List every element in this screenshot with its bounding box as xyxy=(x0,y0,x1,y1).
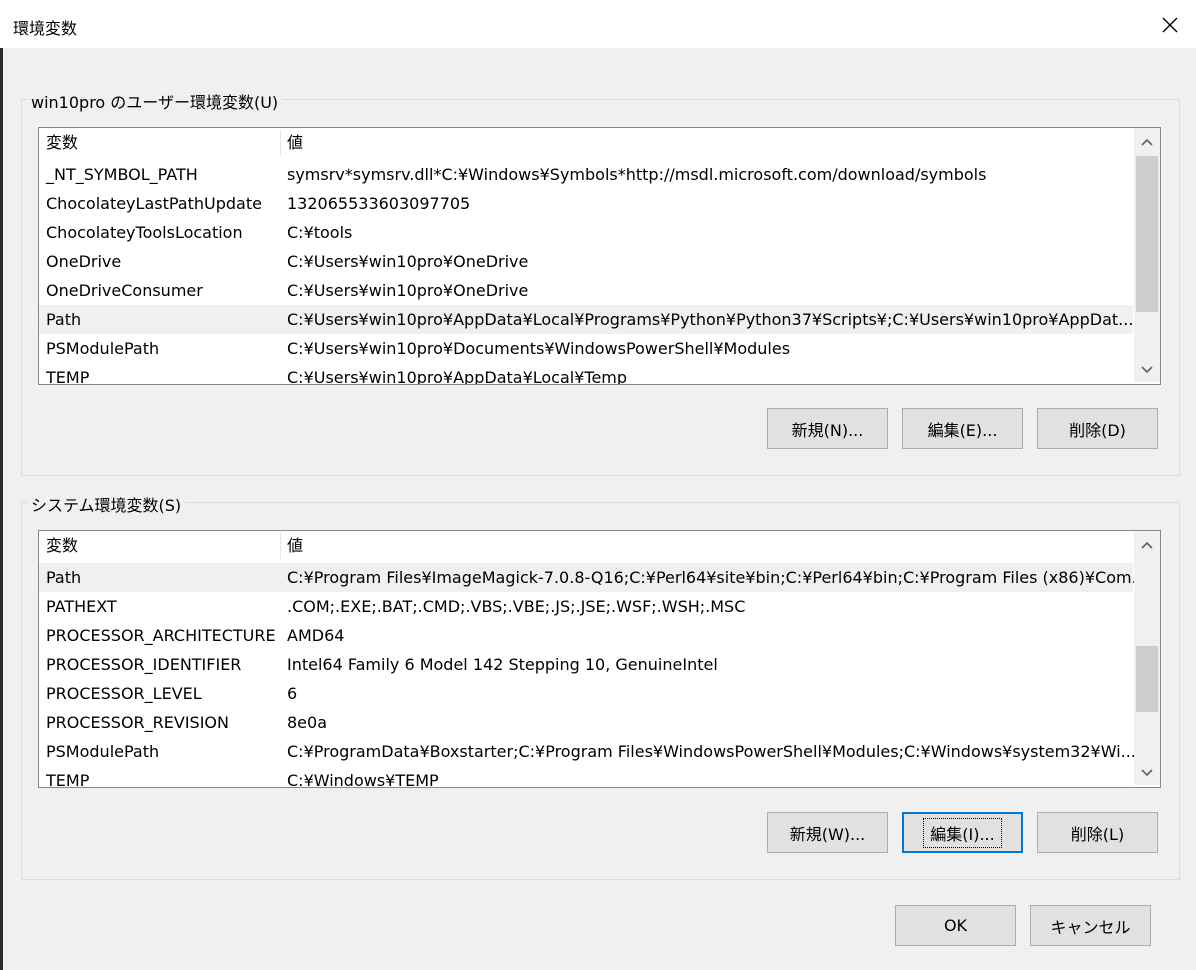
system-edit-button[interactable]: 編集(I)... xyxy=(902,812,1023,853)
user-delete-button[interactable]: 削除(D) xyxy=(1037,408,1158,449)
list-item[interactable]: PSModulePath C:¥Users¥win10pro¥Documents¥… xyxy=(39,334,1133,363)
scroll-up-button[interactable] xyxy=(1134,128,1160,156)
scroll-up-button[interactable] xyxy=(1134,531,1160,559)
list-item[interactable]: ChocolateyToolsLocation C:¥tools xyxy=(39,218,1133,247)
ok-button[interactable]: OK xyxy=(895,905,1016,946)
variable-value: C:¥Users¥win10pro¥AppData¥Local¥Programs… xyxy=(287,310,1134,329)
close-button[interactable] xyxy=(1150,6,1190,44)
variable-value: 8e0a xyxy=(287,713,328,732)
variable-name: PROCESSOR_LEVEL xyxy=(46,684,202,703)
list-item[interactable]: TEMP C:¥Windows¥TEMP xyxy=(39,766,1133,788)
variable-name: ChocolateyLastPathUpdate xyxy=(46,194,262,213)
column-header-variable[interactable]: 変数 xyxy=(39,531,78,560)
window-title: 環境変数 xyxy=(13,19,78,38)
list-item[interactable]: OneDrive C:¥Users¥win10pro¥OneDrive xyxy=(39,247,1133,276)
vertical-scrollbar[interactable] xyxy=(1134,128,1160,382)
user-new-button[interactable]: 新規(N)... xyxy=(767,408,888,449)
chevron-down-icon xyxy=(1141,769,1153,777)
variable-value: C:¥Users¥win10pro¥OneDrive xyxy=(287,281,529,300)
variable-name: PROCESSOR_IDENTIFIER xyxy=(46,655,242,674)
variable-value: C:¥tools xyxy=(287,223,353,242)
list-item[interactable]: OneDriveConsumer C:¥Users¥win10pro¥OneDri… xyxy=(39,276,1133,305)
variable-value: C:¥Program Files¥ImageMagick-7.0.8-Q16;C… xyxy=(287,568,1147,587)
variable-name: TEMP xyxy=(46,368,90,385)
variable-name: Path xyxy=(46,310,82,329)
list-item-selected[interactable]: Path C:¥Users¥win10pro¥AppData¥Local¥Prog… xyxy=(39,305,1133,334)
scrollbar-thumb[interactable] xyxy=(1136,156,1158,312)
variable-value: AMD64 xyxy=(287,626,345,645)
scroll-down-button[interactable] xyxy=(1134,356,1160,384)
chevron-up-icon xyxy=(1141,138,1153,146)
list-item[interactable]: PROCESSOR_LEVEL 6 xyxy=(39,679,1133,708)
variable-name: TEMP xyxy=(46,771,90,788)
system-new-button[interactable]: 新規(W)... xyxy=(767,812,888,853)
chevron-up-icon xyxy=(1141,541,1153,549)
column-header-value[interactable]: 値 xyxy=(280,128,303,157)
variable-value: C:¥Windows¥TEMP xyxy=(287,771,439,788)
list-item[interactable]: PROCESSOR_REVISION 8e0a xyxy=(39,708,1133,737)
variable-name: PROCESSOR_REVISION xyxy=(46,713,229,732)
system-variables-list[interactable]: 変数 値 Path C:¥Program Files¥ImageMagick-7.… xyxy=(38,530,1161,788)
system-edit-label: 編集(I)... xyxy=(923,817,1002,848)
variable-value: 132065533603097705 xyxy=(287,194,471,213)
list-item[interactable]: PROCESSOR_IDENTIFIER Intel64 Family 6 Mod… xyxy=(39,650,1133,679)
user-variables-legend: win10pro のユーザー環境変数(U) xyxy=(27,89,283,113)
variable-name: PATHEXT xyxy=(46,597,117,616)
variable-value: C:¥Users¥win10pro¥OneDrive xyxy=(287,252,529,271)
variable-name: ChocolateyToolsLocation xyxy=(46,223,243,242)
chevron-down-icon xyxy=(1141,366,1153,374)
variable-name: PROCESSOR_ARCHITECTURE xyxy=(46,626,276,645)
list-item[interactable]: _NT_SYMBOL_PATH symsrv*symsrv.dll*C:¥Wind… xyxy=(39,160,1133,189)
scrollbar-thumb[interactable] xyxy=(1136,646,1158,712)
variable-name: OneDriveConsumer xyxy=(46,281,203,300)
variable-value: Intel64 Family 6 Model 142 Stepping 10, … xyxy=(287,655,718,674)
variable-name: _NT_SYMBOL_PATH xyxy=(46,165,198,184)
cancel-button[interactable]: キャンセル xyxy=(1030,905,1151,946)
variable-value: symsrv*symsrv.dll*C:¥Windows¥Symbols*htt… xyxy=(287,165,987,184)
list-item[interactable]: TEMP C:¥Users¥win10pro¥AppData¥Local¥Temp xyxy=(39,363,1133,385)
list-header: 変数 値 xyxy=(39,128,1133,157)
system-variables-legend: システム環境変数(S) xyxy=(27,492,186,516)
column-header-value[interactable]: 値 xyxy=(280,531,303,560)
variable-name: PSModulePath xyxy=(46,339,160,358)
variable-value: C:¥Users¥win10pro¥AppData¥Local¥Temp xyxy=(287,368,628,385)
vertical-scrollbar[interactable] xyxy=(1134,531,1160,785)
list-item[interactable]: PSModulePath C:¥ProgramData¥Boxstarter;C:… xyxy=(39,737,1136,766)
close-icon xyxy=(1162,17,1178,33)
title-bar: 環境変数 xyxy=(0,0,1196,48)
variable-name: Path xyxy=(46,568,82,587)
variable-value: C:¥ProgramData¥Boxstarter;C:¥Program Fil… xyxy=(287,742,1136,761)
system-delete-button[interactable]: 削除(L) xyxy=(1037,812,1158,853)
list-item[interactable]: PATHEXT .COM;.EXE;.BAT;.CMD;.VBS;.VBE;.JS… xyxy=(39,592,1133,621)
list-item-selected[interactable]: Path C:¥Program Files¥ImageMagick-7.0.8-Q… xyxy=(39,563,1147,592)
user-variables-list[interactable]: 変数 値 _NT_SYMBOL_PATH symsrv*symsrv.dll*C:… xyxy=(38,127,1161,385)
scroll-down-button[interactable] xyxy=(1134,759,1160,787)
variable-name: PSModulePath xyxy=(46,742,160,761)
column-header-variable[interactable]: 変数 xyxy=(39,128,78,157)
variable-name: OneDrive xyxy=(46,252,122,271)
user-edit-button[interactable]: 編集(E)... xyxy=(902,408,1023,449)
variable-value: C:¥Users¥win10pro¥Documents¥WindowsPower… xyxy=(287,339,791,358)
list-item[interactable]: ChocolateyLastPathUpdate 1320655336030977… xyxy=(39,189,1133,218)
list-header: 変数 値 xyxy=(39,531,1133,560)
list-item[interactable]: PROCESSOR_ARCHITECTURE AMD64 xyxy=(39,621,1133,650)
window-edge xyxy=(0,48,3,970)
variable-value: .COM;.EXE;.BAT;.CMD;.VBS;.VBE;.JS;.JSE;.… xyxy=(287,597,746,616)
variable-value: 6 xyxy=(287,684,298,703)
